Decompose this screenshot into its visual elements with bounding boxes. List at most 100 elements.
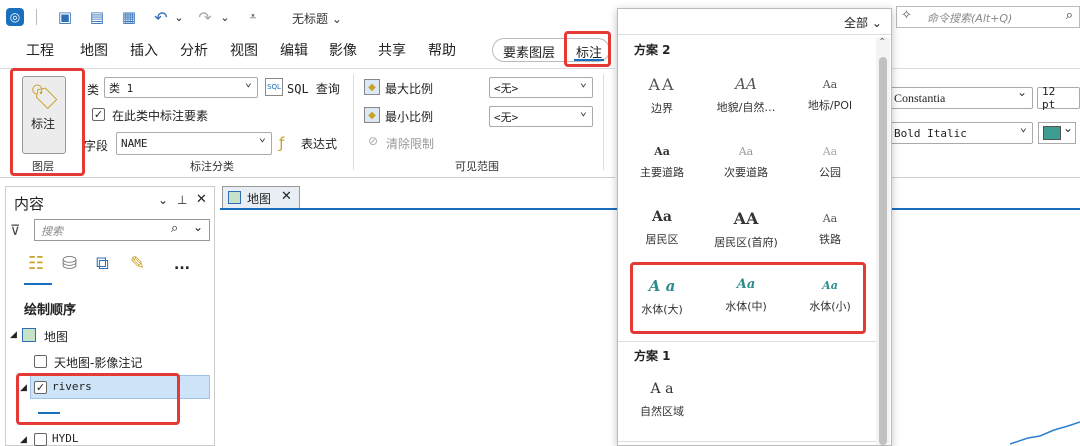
gallery-filter-dropdown[interactable]: 全部 ⌄ — [844, 14, 882, 31]
gallery-item-railway[interactable]: Aa 铁路 — [788, 209, 872, 247]
tab-analysis[interactable]: 分析 — [180, 40, 208, 60]
tab-help[interactable]: 帮助 — [428, 40, 456, 60]
undo-icon[interactable]: ↶ — [152, 8, 170, 27]
sample-text: Aa — [654, 145, 670, 158]
font-style-select[interactable]: Bold Italic — [889, 120, 1033, 144]
redo-icon[interactable]: ↷ — [196, 8, 214, 27]
title-divider — [36, 9, 37, 25]
font-size-value: 12 pt — [1042, 85, 1056, 111]
max-scale-label[interactable]: 最大比例 — [385, 80, 433, 97]
selection-view-icon[interactable]: ⧉ — [96, 253, 109, 274]
tab-project[interactable]: 工程 — [26, 40, 54, 60]
tab-feature-layer-label: 要素图层 — [503, 46, 556, 61]
tab-feature-layer[interactable]: 要素图层 — [492, 38, 568, 62]
gallery-item-landform[interactable]: AA 地貌/自然… — [704, 75, 788, 115]
document-title[interactable]: 无标题 ⌄ — [292, 10, 342, 27]
field-select[interactable]: NAME — [116, 130, 272, 155]
scrollbar-thumb[interactable] — [879, 57, 887, 445]
tab-insert[interactable]: 插入 — [130, 40, 158, 60]
sample-text: Aa — [822, 145, 838, 158]
chevron-down-icon[interactable]: ⌄ — [193, 220, 203, 234]
close-icon[interactable]: ✕ — [281, 189, 292, 204]
layer-map-label[interactable]: 地图 — [44, 328, 68, 345]
label-features-checkbox[interactable]: ✓ — [92, 108, 105, 121]
layer-annotation-label[interactable]: 天地图-影像注记 — [54, 354, 142, 371]
map-tab-icon — [228, 191, 241, 204]
sample-text: Aa — [738, 145, 754, 158]
sample-text: AA — [733, 209, 759, 228]
section-divider — [618, 441, 876, 442]
font-color-swatch — [1043, 126, 1061, 140]
field-select-value: NAME — [121, 137, 148, 150]
gallery-item-park[interactable]: Aa 公园 — [788, 145, 872, 180]
draw-order-view-icon[interactable]: ☷ — [28, 253, 44, 274]
map-tab-label: 地图 — [247, 192, 272, 206]
gallery-item-capital[interactable]: AA 居民区(首府) — [704, 209, 788, 250]
font-color-button[interactable]: ⌄ — [1038, 121, 1076, 144]
scroll-up-icon[interactable]: ⌃ — [878, 37, 886, 48]
app-logo-icon: ◎ — [6, 8, 24, 26]
section-divider — [618, 341, 876, 342]
gallery-item-secondary-road[interactable]: Aa 次要道路 — [704, 145, 788, 180]
pin-icon[interactable]: ⊥ — [177, 193, 187, 207]
contents-pane: 内容 ⌄ ⊥ ✕ ⊽ 搜索 ⌕ ⌄ ☷ ⛁ ⧉ ✎ ... 绘制顺序 ◢ 地图 … — [5, 186, 215, 446]
tab-edit[interactable]: 编辑 — [280, 40, 308, 60]
label-class-group-label: 标注分类 — [190, 160, 234, 173]
expression-icon: ƒ — [279, 134, 285, 152]
gallery-item-natural-area[interactable]: A a 自然区域 — [620, 381, 704, 419]
font-size-select[interactable]: 12 pt — [1037, 85, 1080, 111]
chevron-down-icon: ⌄ — [1063, 121, 1074, 135]
open-project-icon[interactable]: ▤ — [88, 8, 106, 26]
layer-checkbox[interactable] — [34, 355, 47, 368]
more-views-label[interactable]: ... — [174, 257, 190, 273]
sample-text: Aa — [822, 212, 838, 225]
max-scale-select[interactable]: <无> — [489, 75, 593, 98]
tab-share[interactable]: 共享 — [378, 40, 406, 60]
redo-dropdown-icon[interactable]: ⌄ — [218, 8, 232, 26]
tab-view[interactable]: 视图 — [230, 40, 258, 60]
gallery-item-landmark[interactable]: Aa 地标/POI — [788, 75, 872, 113]
map-tab[interactable]: 地图 ✕ — [222, 186, 300, 208]
min-scale-select[interactable]: <无> — [489, 104, 593, 127]
class-select[interactable]: 类 1 — [104, 75, 258, 98]
undo-dropdown-icon[interactable]: ⌄ — [172, 8, 186, 26]
layer-checkbox[interactable] — [34, 433, 47, 446]
highlight-layer-group — [10, 68, 85, 176]
font-style-value: Bold Italic — [894, 126, 967, 140]
command-search[interactable]: ✧ 命令搜索(Alt+Q) ⌕ — [896, 6, 1080, 28]
item-label: 边界 — [651, 102, 673, 115]
contents-search-input[interactable]: 搜索 ⌕ ⌄ — [34, 219, 210, 241]
close-icon[interactable]: ✕ — [196, 192, 207, 207]
min-scale-label[interactable]: 最小比例 — [385, 108, 433, 125]
item-label: 地貌/自然… — [716, 101, 776, 114]
customize-toolbar-icon[interactable]: ⩡ — [246, 8, 260, 26]
search-icon[interactable]: ⌕ — [171, 221, 178, 236]
group-separator — [353, 74, 354, 170]
layer-hydl-label[interactable]: HYDL — [52, 432, 79, 445]
item-label: 自然区域 — [640, 405, 684, 418]
sparkle-icon: ✧ — [901, 8, 912, 23]
data-source-view-icon[interactable]: ⛁ — [62, 253, 77, 274]
tab-map[interactable]: 地图 — [80, 40, 108, 60]
visible-range-group-label: 可见范围 — [455, 160, 499, 173]
contents-search-placeholder: 搜索 — [41, 225, 63, 238]
field-label: 字段 — [84, 139, 109, 153]
font-family-select[interactable]: Constantia — [889, 85, 1033, 109]
filter-icon[interactable]: ⊽ — [10, 223, 20, 239]
editing-view-icon[interactable]: ✎ — [130, 253, 145, 274]
gallery-item-boundary[interactable]: AA 边界 — [620, 75, 704, 116]
item-label: 主要道路 — [640, 166, 684, 179]
min-scale-icon: ◆ — [364, 107, 380, 123]
document-title-text: 无标题 — [292, 12, 329, 26]
new-project-icon[interactable]: ▣ — [56, 8, 74, 26]
expand-triangle-icon[interactable]: ◢ — [10, 330, 17, 340]
search-icon[interactable]: ⌕ — [1066, 8, 1073, 23]
pane-options-icon[interactable]: ⌄ — [158, 193, 168, 207]
expand-triangle-icon[interactable]: ◢ — [20, 435, 27, 445]
tab-imagery[interactable]: 影像 — [329, 40, 357, 60]
save-project-icon[interactable]: ▦ — [120, 8, 138, 26]
gallery-scrollbar[interactable]: ⌃ — [876, 37, 890, 445]
gallery-item-main-road[interactable]: Aa 主要道路 — [620, 145, 704, 180]
sample-text: Aa — [822, 78, 838, 91]
gallery-item-residential[interactable]: Aa 居民区 — [620, 209, 704, 247]
